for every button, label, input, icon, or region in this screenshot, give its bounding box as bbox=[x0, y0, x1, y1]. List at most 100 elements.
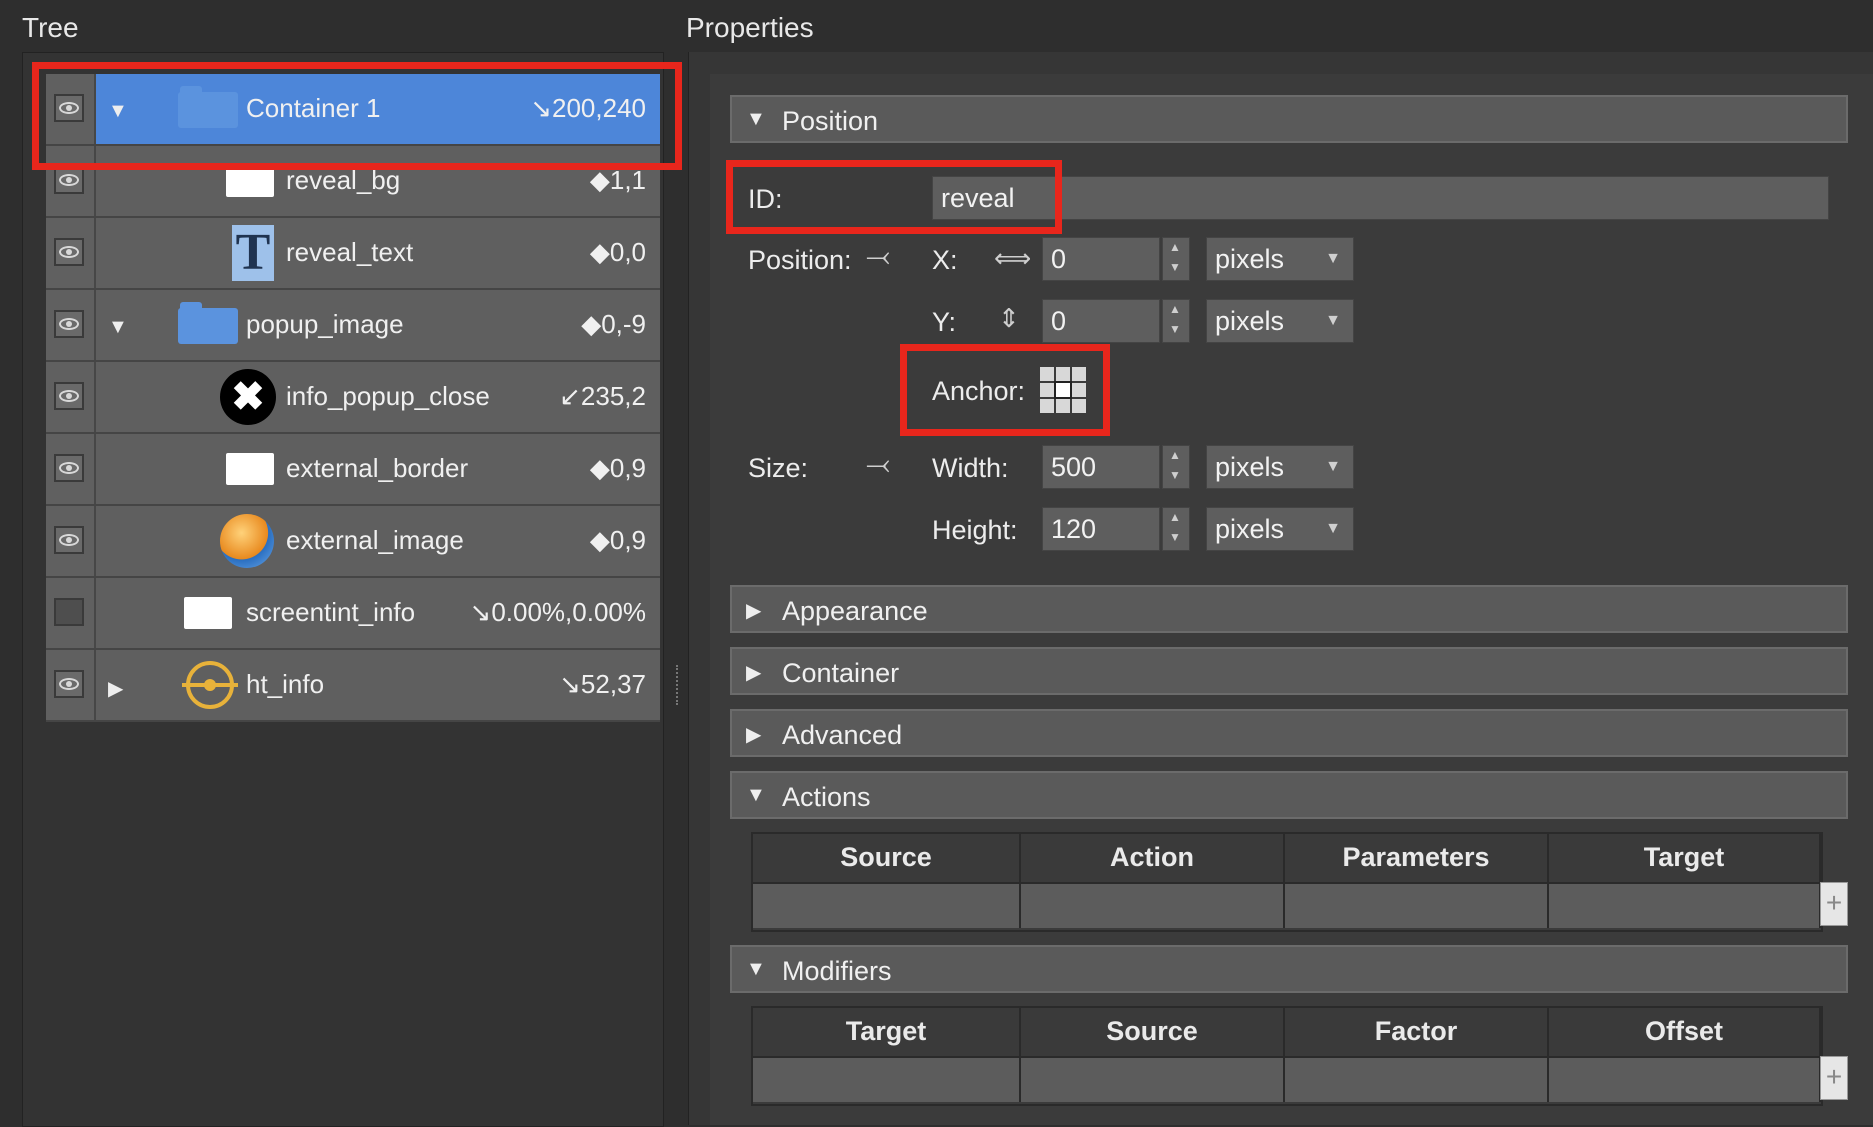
visibility-cell bbox=[46, 506, 96, 576]
y-axis-icon: ⇕ bbox=[998, 303, 1020, 333]
y-stepper[interactable] bbox=[1162, 299, 1190, 343]
visibility-toggle[interactable] bbox=[54, 382, 84, 410]
table-cell[interactable] bbox=[753, 1056, 1021, 1102]
section-title: Position bbox=[782, 106, 879, 136]
table-cell[interactable] bbox=[1285, 1056, 1549, 1102]
visibility-cell bbox=[46, 650, 96, 720]
column-header-source[interactable]: Source bbox=[1021, 1008, 1285, 1056]
tree-row-reveal-text[interactable]: T reveal_text ◆0,0 bbox=[46, 218, 660, 290]
eye-icon bbox=[59, 390, 79, 402]
rectangle-icon bbox=[226, 453, 274, 485]
tree-item-label: ht_info bbox=[246, 669, 325, 699]
close-circle-icon: ✖ bbox=[220, 369, 276, 425]
column-header-offset[interactable]: Offset bbox=[1549, 1008, 1821, 1056]
highlight-box-tree-selection bbox=[32, 62, 682, 170]
dropdown-arrow-icon: ▼ bbox=[1325, 250, 1341, 267]
tree-row-info-popup-close[interactable]: ✖ info_popup_close ↙235,2 bbox=[46, 362, 660, 434]
tree-item-coord: ◆0,9 bbox=[589, 453, 646, 483]
add-action-button[interactable]: + bbox=[1820, 882, 1848, 926]
dropdown-arrow-icon: ▼ bbox=[1325, 458, 1341, 475]
x-input[interactable]: 0 bbox=[1042, 237, 1160, 281]
column-header-action[interactable]: Action bbox=[1021, 834, 1285, 882]
table-cell[interactable] bbox=[1549, 882, 1821, 928]
visibility-toggle[interactable] bbox=[54, 166, 84, 194]
y-unit-select[interactable]: pixels ▼ bbox=[1206, 299, 1354, 343]
tree-row-content: ▶ ht_info ↘52,37 bbox=[96, 650, 660, 720]
visibility-cell bbox=[46, 578, 96, 648]
height-stepper[interactable] bbox=[1162, 507, 1190, 551]
hotspot-target-icon bbox=[182, 661, 238, 709]
width-stepper[interactable] bbox=[1162, 445, 1190, 489]
visibility-toggle[interactable] bbox=[54, 454, 84, 482]
height-input[interactable]: 120 bbox=[1042, 507, 1160, 551]
select-value: pixels bbox=[1215, 244, 1285, 274]
column-header-target[interactable]: Target bbox=[753, 1008, 1021, 1056]
table-cell[interactable] bbox=[1549, 1056, 1821, 1102]
tree-row-popup-image[interactable]: ▼ popup_image ◆0,-9 bbox=[46, 290, 660, 362]
collapse-arrow-icon: ▶ bbox=[746, 662, 762, 684]
table-cell[interactable] bbox=[753, 882, 1021, 928]
dropdown-arrow-icon: ▼ bbox=[1325, 520, 1341, 537]
tree-item-coord: ◆0,-9 bbox=[581, 309, 646, 339]
tree-row-external-image[interactable]: external_image ◆0,9 bbox=[46, 506, 660, 578]
visibility-toggle[interactable] bbox=[54, 238, 84, 266]
tree-item-coord: ↘52,37 bbox=[559, 669, 646, 699]
eye-icon bbox=[59, 678, 79, 690]
visibility-cell bbox=[46, 434, 96, 504]
section-advanced[interactable]: ▶ Advanced bbox=[730, 709, 1848, 757]
expand-arrow-icon: ▼ bbox=[746, 784, 766, 806]
section-container[interactable]: ▶ Container bbox=[730, 647, 1848, 695]
eye-icon bbox=[59, 534, 79, 546]
height-unit-select[interactable]: pixels ▼ bbox=[1206, 507, 1354, 551]
column-header-source[interactable]: Source bbox=[753, 834, 1021, 882]
tree-row-external-border[interactable]: external_border ◆0,9 bbox=[46, 434, 660, 506]
x-label: X: bbox=[932, 245, 958, 275]
id-input[interactable]: reveal bbox=[932, 176, 1829, 220]
select-value: pixels bbox=[1215, 514, 1285, 544]
collapse-arrow-icon[interactable]: ▶ bbox=[108, 676, 123, 701]
table-cell[interactable] bbox=[1285, 882, 1549, 928]
visibility-toggle[interactable] bbox=[54, 310, 84, 338]
link-position-icon[interactable]: ⤙ bbox=[866, 240, 890, 274]
section-appearance[interactable]: ▶ Appearance bbox=[730, 585, 1848, 633]
highlight-box-id bbox=[726, 160, 1062, 234]
table-cell[interactable] bbox=[1021, 1056, 1285, 1102]
tree-row-content: ✖ info_popup_close ↙235,2 bbox=[96, 362, 660, 432]
section-modifiers[interactable]: ▼ Modifiers bbox=[730, 945, 1848, 993]
visibility-toggle-off[interactable] bbox=[54, 598, 84, 626]
column-header-factor[interactable]: Factor bbox=[1285, 1008, 1549, 1056]
section-title: Container bbox=[782, 658, 900, 688]
tree-row-ht-info[interactable]: ▶ ht_info ↘52,37 bbox=[46, 650, 660, 722]
tree-heading: Tree bbox=[22, 12, 79, 43]
column-header-parameters[interactable]: Parameters bbox=[1285, 834, 1549, 882]
tree-item-label: external_image bbox=[286, 525, 464, 555]
width-input[interactable]: 500 bbox=[1042, 445, 1160, 489]
table-cell[interactable] bbox=[1021, 882, 1285, 928]
y-input[interactable]: 0 bbox=[1042, 299, 1160, 343]
visibility-toggle[interactable] bbox=[54, 526, 84, 554]
x-stepper[interactable] bbox=[1162, 237, 1190, 281]
select-value: pixels bbox=[1215, 306, 1285, 336]
section-position[interactable]: ▼ Position bbox=[730, 95, 1848, 143]
column-header-target[interactable]: Target bbox=[1549, 834, 1821, 882]
link-size-icon[interactable]: ⤙ bbox=[866, 448, 890, 482]
width-unit-select[interactable]: pixels ▼ bbox=[1206, 445, 1354, 489]
rectangle-icon bbox=[184, 597, 232, 629]
actions-table: Source Action Parameters Target bbox=[751, 832, 1823, 932]
folder-icon bbox=[178, 302, 238, 344]
expand-arrow-icon[interactable]: ▼ bbox=[108, 316, 128, 339]
x-unit-select[interactable]: pixels ▼ bbox=[1206, 237, 1354, 281]
dropdown-arrow-icon: ▼ bbox=[1325, 312, 1341, 329]
tree-item-label: reveal_text bbox=[286, 237, 414, 267]
visibility-toggle[interactable] bbox=[54, 670, 84, 698]
section-title: Modifiers bbox=[782, 956, 892, 986]
section-actions[interactable]: ▼ Actions bbox=[730, 771, 1848, 819]
visibility-cell bbox=[46, 218, 96, 288]
tree-item-coord: ↘0.00%,0.00% bbox=[469, 597, 646, 627]
x-axis-icon: ⟺ bbox=[994, 243, 1032, 273]
panel-splitter[interactable] bbox=[676, 665, 684, 705]
tree-row-screentint-info[interactable]: screentint_info ↘0.00%,0.00% bbox=[46, 578, 660, 650]
add-modifier-button[interactable]: + bbox=[1820, 1056, 1848, 1100]
tree-item-coord: ◆0,0 bbox=[589, 237, 646, 267]
tree-row-content: external_border ◆0,9 bbox=[96, 434, 660, 504]
